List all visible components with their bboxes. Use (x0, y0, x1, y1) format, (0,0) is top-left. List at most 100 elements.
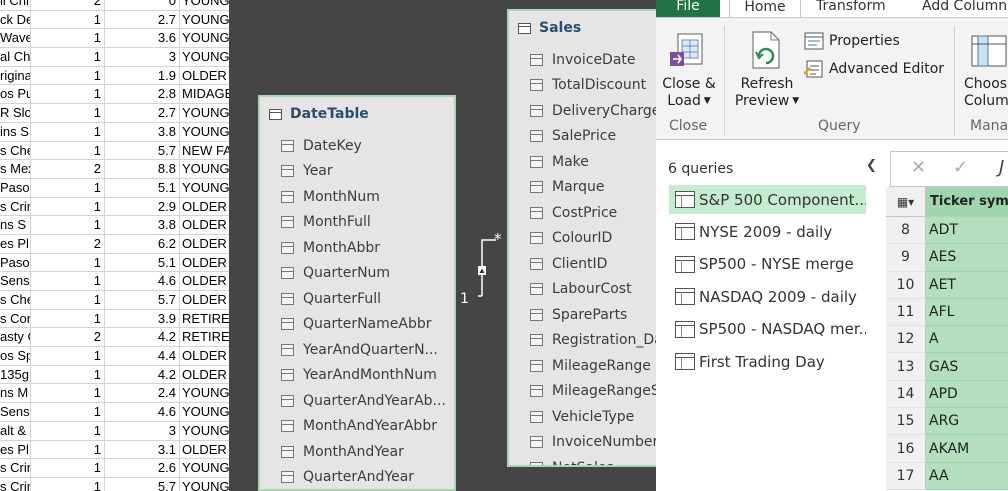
row-number[interactable]: 8 (886, 217, 926, 245)
table-field[interactable]: QuarterFull (260, 286, 454, 312)
grid-cell[interactable]: AES (926, 244, 1008, 272)
cell-value[interactable]: 4.6 (105, 272, 180, 291)
query-item[interactable]: S&P 500 Component... (669, 185, 866, 214)
choose-columns-button[interactable]: Choos Column (960, 28, 1008, 112)
tab-add-column[interactable]: Add Column (922, 0, 1007, 17)
cell-name[interactable]: alt & V (0, 421, 31, 441)
cell-name[interactable]: Sens (0, 272, 31, 291)
cell-category[interactable]: YOUNG (180, 160, 229, 179)
table-field[interactable]: DateKey (260, 133, 454, 159)
cell-value[interactable]: 4.4 (105, 347, 180, 366)
cell-category[interactable]: YOUNG (180, 29, 229, 49)
cell-quantity[interactable]: 2 (31, 328, 105, 348)
cell-name[interactable]: Paso (0, 178, 31, 198)
cell-name[interactable]: Sens (0, 403, 31, 422)
cell-value[interactable]: 2.8 (105, 85, 180, 105)
cell-name[interactable]: ck De (0, 10, 31, 30)
cell-value[interactable]: 8.8 (105, 160, 180, 179)
close-load-button[interactable]: Close & Load ▼ (660, 28, 718, 112)
row-number[interactable]: 17 (886, 462, 926, 490)
cell-quantity[interactable]: 1 (31, 29, 105, 49)
table-field[interactable]: NetSales (509, 455, 657, 465)
cell-value[interactable]: 2.7 (105, 10, 180, 30)
confirm-icon[interactable]: ✓ (953, 157, 968, 178)
cell-category[interactable]: OLDER (180, 216, 229, 235)
cell-category[interactable]: YOUNG (180, 11, 229, 30)
cell-category[interactable]: RETIRE (180, 328, 229, 348)
sales-table-header[interactable]: Sales (509, 11, 657, 45)
cell-name[interactable]: ll Chr (0, 0, 31, 11)
cell-value[interactable]: 4.2 (105, 328, 180, 348)
table-field[interactable]: MonthAndYearAbbr (260, 414, 454, 440)
row-number[interactable]: 15 (886, 408, 926, 436)
cell-category[interactable]: OLDER (180, 67, 229, 86)
cell-name[interactable]: s Che (0, 291, 31, 310)
cell-value[interactable]: 3.9 (105, 309, 180, 329)
sales-table-card[interactable]: Sales InvoiceDate TotalDiscount DeliveryCh… (507, 9, 659, 467)
cell-quantity[interactable]: 1 (31, 216, 105, 235)
table-field[interactable]: YearAndQuarterN... (260, 337, 454, 363)
cell-quantity[interactable]: 1 (31, 421, 105, 441)
cell-value[interactable]: 2.6 (105, 459, 180, 478)
cell-quantity[interactable]: 1 (31, 403, 105, 422)
cell-quantity[interactable]: 1 (31, 459, 105, 478)
row-number[interactable]: 10 (886, 271, 926, 299)
cell-value[interactable]: 5.1 (105, 253, 180, 273)
cell-category[interactable]: MIDAGE (180, 85, 229, 105)
cell-value[interactable]: 5.7 (105, 291, 180, 310)
cell-quantity[interactable]: 1 (31, 440, 105, 460)
table-field[interactable]: ColourID (509, 226, 657, 252)
cell-name[interactable]: s Cor (0, 309, 31, 329)
cell-name[interactable]: s Mex (0, 160, 31, 179)
query-item[interactable]: NYSE 2009 - daily (669, 217, 866, 246)
table-field[interactable]: SalePrice (509, 124, 657, 150)
tab-transform[interactable]: Transform (816, 0, 886, 17)
cell-quantity[interactable]: 2 (31, 234, 105, 254)
table-field[interactable]: Make (509, 149, 657, 175)
cell-name[interactable]: Paso (0, 253, 31, 273)
table-field[interactable]: LabourCost (509, 277, 657, 303)
cell-category[interactable]: YOUNG (180, 48, 229, 67)
cell-name[interactable]: os Sp (0, 347, 31, 366)
cell-name[interactable]: ins S (0, 122, 31, 142)
cell-name[interactable]: ns S (0, 216, 31, 235)
cell-quantity[interactable]: 1 (31, 10, 105, 30)
cell-value[interactable]: 3.6 (105, 29, 180, 49)
row-number[interactable]: 11 (886, 298, 926, 327)
table-field[interactable]: Marque (509, 175, 657, 201)
cancel-icon[interactable]: ✕ (911, 157, 926, 178)
cell-value[interactable]: 5.7 (105, 477, 180, 491)
grid-cell[interactable]: A (926, 326, 1008, 354)
cell-category[interactable]: YOUNG (180, 104, 229, 123)
cell-category[interactable]: OLDER (180, 347, 229, 366)
table-field[interactable]: VehicleType (509, 404, 657, 430)
grid-cell[interactable]: GAS (926, 353, 1008, 381)
cell-quantity[interactable]: 1 (31, 48, 105, 67)
table-field[interactable]: MonthFull (260, 210, 454, 236)
grid-cell[interactable]: AA (926, 462, 1008, 490)
cell-category[interactable]: YOUNG (180, 459, 229, 478)
cell-value[interactable]: 3.8 (105, 122, 180, 142)
cell-category[interactable]: NEW FA (180, 142, 229, 161)
row-number[interactable]: 12 (886, 326, 926, 354)
cell-quantity[interactable]: 1 (31, 347, 105, 366)
advanced-editor-button[interactable]: Advanced Editor (804, 58, 944, 80)
cell-name[interactable]: es Pl (0, 440, 31, 460)
cell-category[interactable]: YOUNG (180, 179, 229, 198)
cell-category[interactable]: OLDER (180, 291, 229, 310)
cell-category[interactable]: YOUNG (180, 123, 229, 142)
cell-name[interactable]: al Chi (0, 48, 31, 67)
table-field[interactable]: QuarterNum (260, 261, 454, 287)
cell-category[interactable]: YOUNG (180, 384, 229, 404)
table-field[interactable]: QuarterAndYearAb... (260, 388, 454, 414)
cell-category[interactable]: OLDER (180, 254, 229, 273)
table-field[interactable]: SpareParts (509, 302, 657, 328)
cell-name[interactable]: R Slov (0, 104, 31, 123)
cell-quantity[interactable]: 1 (31, 272, 105, 291)
row-number[interactable]: 9 (886, 244, 926, 272)
cell-category[interactable]: YOUNG (180, 422, 229, 441)
query-item[interactable]: NASDAQ 2009 - daily (669, 282, 866, 311)
cell-category[interactable]: OLDER (180, 272, 229, 291)
refresh-preview-button[interactable]: Refresh Preview ▼ (732, 28, 802, 112)
table-field[interactable]: ClientID (509, 251, 657, 277)
